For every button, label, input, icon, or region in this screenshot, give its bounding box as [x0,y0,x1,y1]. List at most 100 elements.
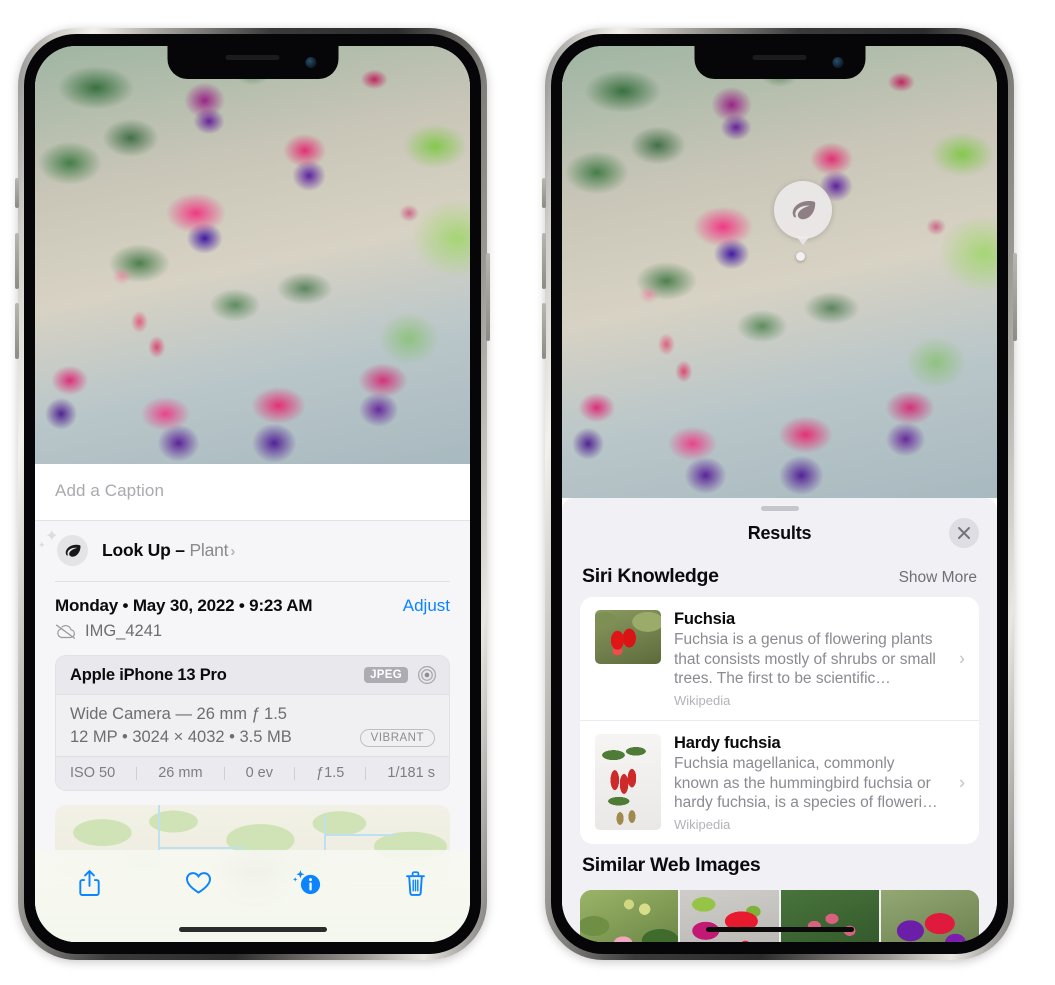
web-image-thumbnail[interactable] [780,890,879,942]
show-more-button[interactable]: Show More [899,569,977,587]
earpiece-speaker [225,55,280,60]
exif-iso: ISO 50 [70,765,116,781]
camera-specs-line: 12 MP • 3024 × 4032 • 3.5 MB [70,728,292,746]
close-button[interactable] [949,518,979,548]
photo-date: Monday • May 30, 2022 • 9:23 AM [55,596,313,615]
similar-web-images-title: Similar Web Images [582,854,761,877]
look-up-subject: Plant [189,540,229,560]
visual-lookup-anchor-dot [796,252,805,261]
front-camera-icon [832,57,843,68]
web-image-thumbnail[interactable] [680,890,779,942]
exif-exposure-bias: 0 ev [245,765,274,781]
favorite-button[interactable] [176,863,220,903]
leaf-icon [792,200,816,219]
knowledge-card-description: Fuchsia is a genus of flowering plants t… [674,631,936,688]
results-header: Results [562,511,997,555]
look-up-title: Look Up – [102,540,190,560]
chevron-right-icon: › [959,772,965,793]
info-button[interactable] [285,863,329,903]
volume-up-button[interactable] [15,233,19,289]
aperture-icon[interactable] [417,665,437,685]
look-up-label: Look Up – Plant › [102,540,235,561]
visual-lookup-badge[interactable] [774,181,832,245]
trash-icon [406,870,426,896]
side-power-button[interactable] [486,253,490,341]
left-phone-frame: Add a Caption ✦ ✦ Look Up – Plant › Mond… [15,28,490,960]
exif-focal-length: 26 mm [158,765,203,781]
knowledge-card-description: Fuchsia magellanica, commonly known as t… [674,755,938,812]
close-icon [958,527,970,539]
left-phone-screen: Add a Caption ✦ ✦ Look Up – Plant › Mond… [35,46,470,942]
leaf-icon [65,544,81,557]
badge-tail [796,236,810,245]
chevron-right-icon: › [230,543,236,560]
left-phone-bezel: Add a Caption ✦ ✦ Look Up – Plant › Mond… [24,34,481,954]
web-image-thumbnail[interactable] [880,890,979,942]
device-notch [694,46,865,79]
similar-web-images-header: Similar Web Images [562,844,997,886]
exif-separator [223,766,225,780]
filename-row: IMG_4241 [35,616,470,655]
sparkle-icon: ✦ ✦ [38,528,59,550]
photo-viewer-image[interactable] [35,46,470,464]
chevron-right-icon: › [959,648,965,668]
knowledge-card-source: Wikipedia [674,817,731,833]
look-up-row[interactable]: ✦ ✦ Look Up – Plant › [35,521,470,581]
similar-web-images-row[interactable] [580,890,979,942]
caption-input[interactable]: Add a Caption [55,481,450,501]
knowledge-card[interactable]: Fuchsia Fuchsia is a genus of flowering … [580,597,979,720]
earpiece-speaker [752,55,807,60]
camera-info-card[interactable]: Apple iPhone 13 Pro JPEG Wide Camera — 2… [55,655,450,791]
volume-up-button[interactable] [542,233,546,289]
siri-knowledge-header: Siri Knowledge Show More [562,555,997,597]
photo-viewer-image[interactable] [562,46,997,498]
exif-row: ISO 50 26 mm 0 ev ƒ1.5 1/181 s [56,756,449,790]
photo-info-sheet: Add a Caption ✦ ✦ Look Up – Plant › Mond… [35,464,470,942]
home-indicator[interactable] [178,927,327,932]
knowledge-card-thumbnail [595,610,661,664]
caption-field-row[interactable]: Add a Caption [35,464,470,521]
camera-device-name: Apple iPhone 13 Pro [70,665,227,684]
share-button[interactable] [67,863,111,903]
camera-lens-line: Wide Camera — 26 mm ƒ 1.5 [70,705,287,723]
home-indicator[interactable] [705,927,854,932]
silent-switch[interactable] [542,178,546,208]
leaf-badge: ✦ ✦ [38,529,88,566]
side-power-button[interactable] [1013,253,1017,341]
exif-separator [136,766,138,780]
volume-down-button[interactable] [542,303,546,359]
knowledge-card-thumbnail [595,734,661,831]
knowledge-card-source: Wikipedia [674,693,731,709]
right-phone-screen: Results Siri Knowledge Show More Fuchsia… [562,46,997,942]
siri-knowledge-title: Siri Knowledge [582,565,719,587]
front-camera-icon [305,57,316,68]
delete-button[interactable] [394,863,438,903]
right-phone-frame: Results Siri Knowledge Show More Fuchsia… [542,28,1017,960]
camera-card-header: Apple iPhone 13 Pro JPEG [56,656,449,695]
camera-card-body: Wide Camera — 26 mm ƒ 1.5 12 MP • 3024 ×… [56,695,449,756]
silent-switch[interactable] [15,178,19,208]
cloud-slash-icon [55,624,76,639]
knowledge-card[interactable]: Hardy fuchsia Fuchsia magellanica, commo… [580,720,979,844]
exif-shutter-speed: 1/181 s [387,765,435,781]
format-badge: JPEG [364,667,408,683]
heart-icon [185,872,211,894]
knowledge-card-title: Hardy fuchsia [674,734,781,753]
date-row: Monday • May 30, 2022 • 9:23 AM Adjust [35,582,470,616]
results-sheet: Results Siri Knowledge Show More Fuchsia… [562,498,997,942]
device-notch [167,46,338,79]
exif-aperture: ƒ1.5 [316,765,345,781]
adjust-button[interactable]: Adjust [403,596,450,616]
results-title: Results [747,522,812,543]
info-sparkle-icon [292,870,320,895]
photo-style-badge: VIBRANT [359,728,435,747]
volume-down-button[interactable] [15,303,19,359]
web-image-thumbnail[interactable] [580,890,679,942]
right-phone-bezel: Results Siri Knowledge Show More Fuchsia… [551,34,1008,954]
exif-separator [365,766,367,780]
siri-knowledge-cards: Fuchsia Fuchsia is a genus of flowering … [580,597,979,845]
knowledge-card-title: Fuchsia [674,610,735,628]
share-icon [79,870,100,896]
photo-filename: IMG_4241 [85,622,163,640]
exif-separator [294,766,296,780]
